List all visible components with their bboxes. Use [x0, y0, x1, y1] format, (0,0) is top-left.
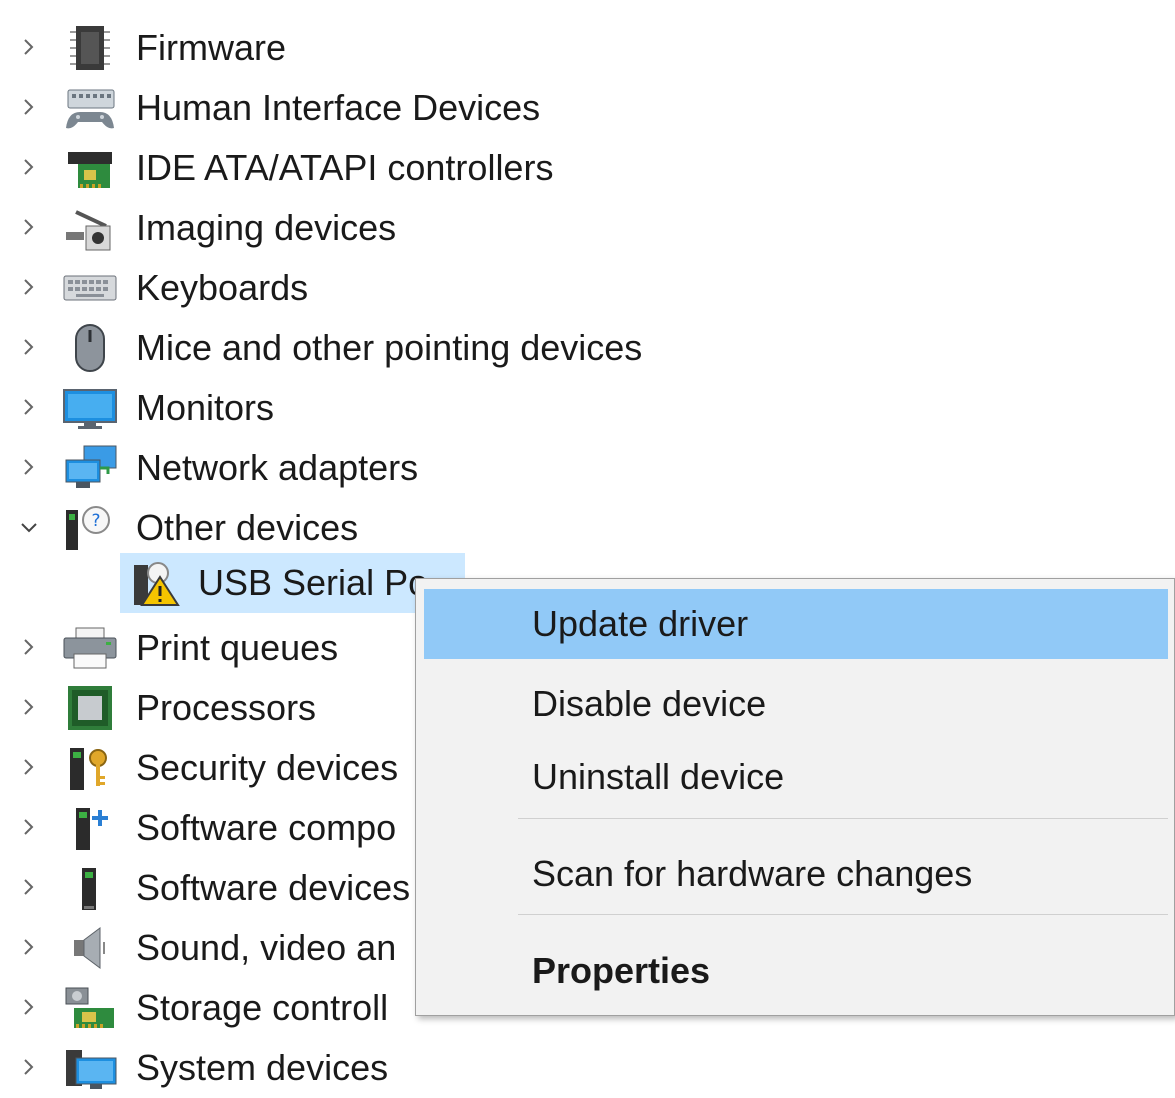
processor-icon — [62, 684, 118, 732]
chevron-right-icon[interactable] — [14, 452, 44, 482]
menu-item-uninstall-device[interactable]: Uninstall device — [424, 742, 1168, 812]
tree-item-label: Firmware — [136, 27, 286, 68]
tree-item-label: Security devices — [136, 747, 399, 788]
monitor-icon — [62, 384, 118, 432]
tree-item-label: Imaging devices — [136, 207, 397, 248]
chevron-down-icon[interactable] — [14, 512, 44, 542]
tree-item-label: Processors — [136, 687, 317, 728]
context-menu: Update driver Disable device Uninstall d… — [415, 578, 1175, 1016]
menu-item-label: Uninstall device — [532, 756, 785, 797]
menu-item-label: Scan for hardware changes — [532, 853, 973, 894]
tree-item-imaging-devices[interactable]: Imaging devices — [0, 198, 760, 258]
chevron-right-icon[interactable] — [14, 752, 44, 782]
tree-item-label: Monitors — [136, 387, 275, 428]
storage-controller-icon — [62, 984, 118, 1032]
tree-item-label: Other devices — [136, 507, 359, 548]
tree-item-label: IDE ATA/ATAPI controllers — [136, 147, 554, 188]
tree-item-label: Keyboards — [136, 267, 309, 308]
tree-item-label: Software compo — [136, 807, 397, 848]
menu-item-label: Properties — [532, 950, 711, 991]
unknown-device-icon: ? — [62, 504, 118, 552]
chevron-right-icon[interactable] — [14, 212, 44, 242]
chevron-right-icon[interactable] — [14, 692, 44, 722]
firmware-chip-icon — [62, 24, 118, 72]
chevron-right-icon[interactable] — [14, 152, 44, 182]
tree-item-label: Storage controll — [136, 987, 389, 1028]
tree-item-label: Mice and other pointing devices — [136, 327, 643, 368]
system-device-icon — [62, 1044, 118, 1092]
keyboard-icon — [62, 264, 118, 312]
chevron-right-icon[interactable] — [14, 92, 44, 122]
software-component-icon — [62, 804, 118, 852]
menu-separator — [518, 818, 1168, 819]
tree-item-label: Human Interface Devices — [136, 87, 541, 128]
svg-text:?: ? — [91, 511, 100, 531]
tree-item-label: Print queues — [136, 627, 339, 668]
tree-item-keyboards[interactable]: Keyboards — [0, 258, 760, 318]
mouse-icon — [62, 324, 118, 372]
tree-item-label: System devices — [136, 1047, 389, 1088]
chevron-right-icon[interactable] — [14, 272, 44, 302]
warning-device-icon — [128, 559, 184, 607]
menu-separator — [518, 914, 1168, 915]
printer-icon — [62, 624, 118, 672]
chevron-right-icon[interactable] — [14, 32, 44, 62]
imaging-device-icon — [62, 204, 118, 252]
tree-item-label: Software devices — [136, 867, 411, 908]
tree-item-network-adapters[interactable]: Network adapters — [0, 438, 760, 498]
tree-item-label: Sound, video an — [136, 927, 397, 968]
menu-item-properties[interactable]: Properties — [424, 936, 1168, 1006]
chevron-right-icon[interactable] — [14, 812, 44, 842]
chevron-right-icon[interactable] — [14, 872, 44, 902]
security-device-icon — [62, 744, 118, 792]
human-interface-devices-icon — [62, 84, 118, 132]
chevron-right-icon[interactable] — [14, 932, 44, 962]
tree-item-other-devices[interactable]: ? Other devices — [0, 498, 760, 558]
chevron-right-icon[interactable] — [14, 1052, 44, 1082]
chevron-right-icon[interactable] — [14, 392, 44, 422]
menu-item-scan-hardware[interactable]: Scan for hardware changes — [424, 839, 1168, 909]
menu-item-update-driver[interactable]: Update driver — [424, 589, 1168, 659]
network-adapter-icon — [62, 444, 118, 492]
tree-item-ide-controllers[interactable]: IDE ATA/ATAPI controllers — [0, 138, 760, 198]
tree-item-mice[interactable]: Mice and other pointing devices — [0, 318, 760, 378]
software-device-icon — [62, 864, 118, 912]
tree-item-label: USB Serial Po — [198, 562, 429, 603]
tree-item-human-interface-devices[interactable]: Human Interface Devices — [0, 78, 760, 138]
tree-item-monitors[interactable]: Monitors — [0, 378, 760, 438]
tree-item-system-devices[interactable]: System devices — [0, 1038, 760, 1098]
chevron-right-icon[interactable] — [14, 332, 44, 362]
speaker-icon — [62, 924, 118, 972]
tree-item-firmware[interactable]: Firmware — [0, 18, 760, 78]
menu-item-label: Disable device — [532, 683, 767, 724]
menu-item-disable-device[interactable]: Disable device — [424, 669, 1168, 739]
ide-controller-icon — [62, 144, 118, 192]
menu-item-label: Update driver — [532, 603, 749, 644]
chevron-right-icon[interactable] — [14, 632, 44, 662]
chevron-right-icon[interactable] — [14, 992, 44, 1022]
tree-item-label: Network adapters — [136, 447, 419, 488]
